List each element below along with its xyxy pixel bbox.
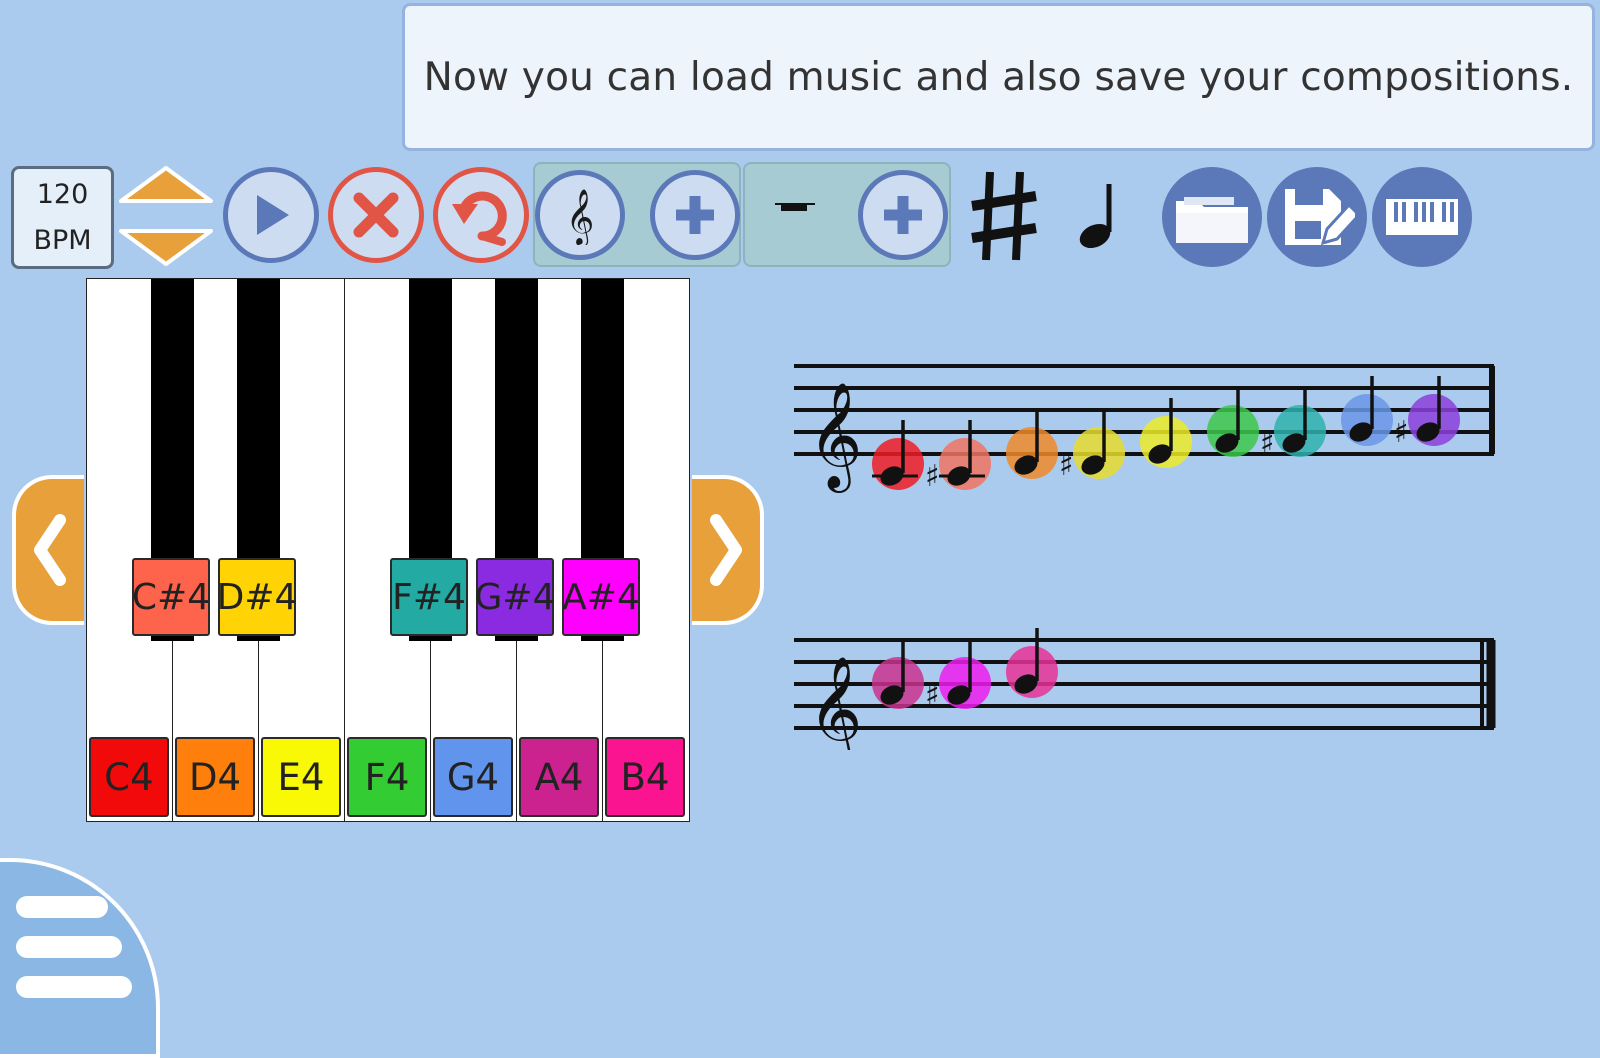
key-label-b4[interactable]: B4	[605, 737, 685, 817]
undo-icon	[452, 191, 507, 246]
sharp-sign: ♯	[1059, 448, 1074, 483]
load-button[interactable]	[1162, 167, 1262, 267]
play-button[interactable]	[223, 167, 319, 263]
treble-clef-icon: 𝄞	[808, 655, 862, 750]
svg-text:𝄞: 𝄞	[566, 189, 594, 245]
rest-button[interactable]	[775, 198, 815, 218]
music-score: 𝄞 ♯ ♯♯ ♯ 𝄞 ♯	[794, 364, 1496, 750]
staff-2: 𝄞 ♯	[794, 628, 1496, 750]
play-icon	[257, 195, 289, 235]
treble-clef-icon: 𝄞	[808, 381, 862, 493]
key-label-f4[interactable]: F4	[347, 737, 427, 817]
key-label-e4[interactable]: E4	[261, 737, 341, 817]
next-octave-button[interactable]	[692, 475, 764, 625]
add-clef-button[interactable]	[650, 170, 740, 260]
key-label-g-sharp4[interactable]: G#4	[475, 558, 555, 636]
plus-icon	[884, 196, 922, 234]
folder-icon	[1176, 197, 1248, 243]
undo-button[interactable]	[433, 167, 529, 263]
key-label-d4[interactable]: D4	[175, 737, 255, 817]
piano-keyboard[interactable]: C#4 D#4 F#4 G#4 A#4 C4 D4 E4 F4 G4 A4 B4	[86, 278, 690, 822]
save-edit-icon	[1285, 189, 1355, 246]
triangle-up-icon[interactable]	[119, 166, 213, 203]
sharp-sign: ♯	[1394, 415, 1409, 450]
message-banner: Now you can load music and also save you…	[402, 3, 1595, 151]
tempo-display: 120 BPM	[11, 166, 114, 269]
sharp-sign: ♯	[925, 459, 940, 494]
key-label-c4[interactable]: C4	[89, 737, 169, 817]
sharp-sign: ♯	[1260, 426, 1275, 461]
sharp-icon	[971, 171, 1037, 261]
key-label-a-sharp4[interactable]: A#4	[562, 558, 640, 636]
key-label-g4[interactable]: G4	[433, 737, 513, 817]
save-button[interactable]	[1267, 167, 1367, 267]
note-button[interactable]	[1075, 180, 1125, 252]
tempo-unit: BPM	[33, 224, 92, 256]
key-label-a4[interactable]: A4	[519, 737, 599, 817]
plus-icon	[676, 196, 714, 234]
rest-icon	[775, 203, 815, 211]
chevron-right-icon	[710, 514, 742, 586]
hamburger-menu-icon	[16, 896, 132, 998]
prev-octave-button[interactable]	[12, 475, 84, 625]
clear-button[interactable]	[328, 167, 424, 263]
treble-clef-icon: 𝄞	[566, 189, 594, 245]
keyboard-icon	[1386, 199, 1458, 235]
menu-button[interactable]	[0, 858, 160, 1058]
quarter-note-icon	[1079, 184, 1112, 249]
tempo-stepper[interactable]	[118, 166, 214, 266]
key-label-c-sharp4[interactable]: C#4	[132, 558, 210, 636]
add-rest-button[interactable]	[858, 170, 948, 260]
banner-message: Now you can load music and also save you…	[423, 54, 1574, 100]
staff-1: 𝄞 ♯ ♯ ♯ ♯	[794, 364, 1495, 494]
key-label-f-sharp4[interactable]: F#4	[390, 558, 468, 636]
chevron-left-icon	[34, 514, 66, 586]
sharp-sign: ♯	[925, 678, 940, 713]
keyboard-button[interactable]	[1372, 167, 1472, 267]
tempo-value: 120	[36, 178, 89, 210]
triangle-down-icon[interactable]	[119, 229, 213, 266]
key-label-d-sharp4[interactable]: D#4	[217, 558, 297, 636]
clef-button[interactable]: 𝄞	[535, 170, 625, 260]
x-icon	[353, 192, 399, 238]
sharp-button[interactable]	[968, 168, 1040, 264]
